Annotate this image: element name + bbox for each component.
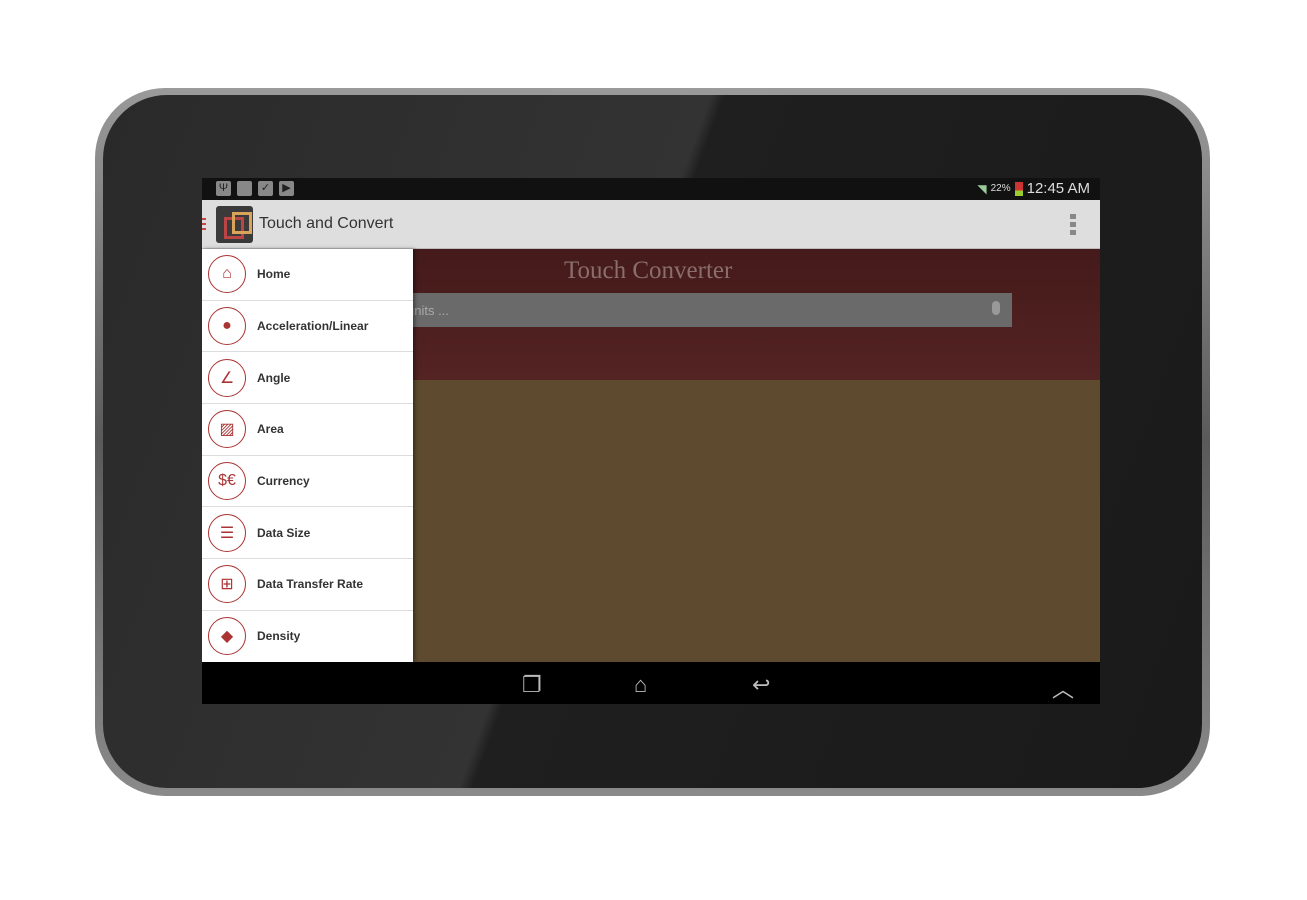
- data-transfer-icon: ⊞: [208, 565, 246, 604]
- drawer-item-label: Density: [257, 629, 301, 644]
- drawer-item-area[interactable]: ▨ Area: [202, 404, 413, 456]
- battery-percent: 22%: [990, 183, 1011, 194]
- app-title: Touch and Convert: [259, 215, 394, 232]
- drawer-item-angle[interactable]: ∠ Angle: [202, 352, 413, 405]
- drawer-item-label: Area: [257, 422, 284, 437]
- drawer-item-label: Acceleration/Linear: [257, 319, 369, 334]
- drawer-indicator-icon[interactable]: [202, 218, 206, 232]
- play-store-icon: ▶: [279, 181, 294, 196]
- diamond-icon: ◆: [208, 617, 246, 656]
- app-icon[interactable]: [216, 206, 253, 243]
- drawer-item-label: Angle: [257, 370, 291, 385]
- drawer-item-density[interactable]: ◆ Density: [202, 611, 413, 663]
- nav-bar: ❐ ⌂ ↩ ︿: [202, 662, 1100, 704]
- acceleration-icon: ●: [208, 307, 246, 346]
- drawer-item-label: Data Size: [257, 525, 311, 540]
- search-placeholder: units ...: [407, 303, 449, 318]
- page-title: Touch Converter: [564, 257, 733, 284]
- drawer-item-label: Currency: [257, 474, 310, 489]
- angle-icon: ∠: [208, 358, 246, 397]
- drawer-item-home[interactable]: ⌂ Home: [202, 249, 413, 301]
- drawer-item-label: Data Transfer Rate: [257, 577, 364, 592]
- image-icon: [237, 181, 252, 196]
- navigation-drawer: ⌂ Home ● Acceleration/Linear ∠ Angle ▨ Area $€ Cu…: [202, 249, 413, 663]
- clock: 12:45 AM: [1026, 180, 1090, 197]
- drawer-item-currency[interactable]: $€ Currency: [202, 456, 413, 508]
- home-icon: ⌂: [208, 255, 246, 294]
- recent-apps-icon[interactable]: ❐: [522, 672, 542, 698]
- battery-icon: [1014, 181, 1023, 196]
- area-icon: ▨: [208, 410, 246, 449]
- drawer-item-data-transfer-rate[interactable]: ⊞ Data Transfer Rate: [202, 559, 413, 611]
- currency-icon: $€: [208, 462, 246, 501]
- microphone-icon[interactable]: [992, 301, 1000, 315]
- status-bar: Ψ ✓ ▶ ◥ 22% 12:45 AM: [202, 178, 1100, 200]
- search-input[interactable]: units ...: [392, 293, 1012, 327]
- chevron-up-icon[interactable]: ︿: [1052, 672, 1074, 704]
- screen: Ψ ✓ ▶ ◥ 22% 12:45 AM Touch and Convert T…: [202, 178, 1100, 704]
- home-nav-icon[interactable]: ⌂: [634, 672, 647, 698]
- database-icon: ☰: [208, 513, 246, 552]
- action-bar: Touch and Convert: [202, 200, 1100, 249]
- drawer-item-data-size[interactable]: ☰ Data Size: [202, 507, 413, 560]
- usb-icon: Ψ: [216, 181, 231, 196]
- clipboard-icon: ✓: [258, 181, 273, 196]
- overflow-menu-icon[interactable]: [1070, 214, 1076, 236]
- drawer-item-acceleration-linear[interactable]: ● Acceleration/Linear: [202, 301, 413, 353]
- back-icon[interactable]: ↩: [752, 672, 770, 698]
- drawer-item-label: Home: [257, 267, 291, 282]
- wifi-icon: ◥: [977, 181, 987, 196]
